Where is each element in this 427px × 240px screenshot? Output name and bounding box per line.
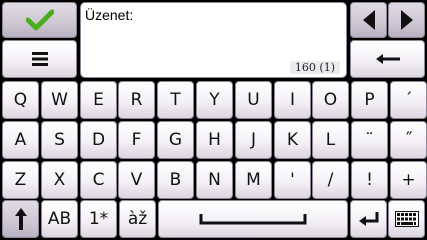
- menu-icon: [31, 52, 48, 66]
- key-label: A: [14, 130, 27, 150]
- accented-chars-label: àž: [127, 209, 148, 229]
- key-row1-2[interactable]: E: [80, 81, 117, 119]
- key-row2-1[interactable]: S: [41, 121, 78, 159]
- character-counter: 160 (1): [289, 61, 340, 74]
- key-row3-5[interactable]: N: [196, 161, 233, 199]
- numbers-symbols-label: 1*: [88, 209, 109, 229]
- key-row3-0[interactable]: Z: [2, 161, 39, 199]
- case-toggle-label: AB: [47, 209, 72, 229]
- key-label: D: [91, 130, 106, 150]
- key-label: F: [131, 130, 142, 150]
- key-row3-10[interactable]: +: [390, 161, 427, 199]
- key-row3-8[interactable]: /: [312, 161, 349, 199]
- key-label: P: [364, 90, 375, 110]
- keyboard-layout-icon: [394, 211, 419, 227]
- key-row1-5[interactable]: Y: [196, 81, 233, 119]
- enter-button[interactable]: [350, 200, 387, 238]
- key-row3-7[interactable]: ': [274, 161, 311, 199]
- key-label: N: [208, 170, 221, 190]
- key-row1-4[interactable]: T: [157, 81, 194, 119]
- key-row2-10[interactable]: ˝: [390, 121, 427, 159]
- key-label: O: [323, 90, 338, 110]
- key-row3-1[interactable]: X: [41, 161, 78, 199]
- key-row3-3[interactable]: V: [118, 161, 155, 199]
- confirm-button[interactable]: [2, 2, 77, 38]
- key-row2-5[interactable]: H: [196, 121, 233, 159]
- space-bar[interactable]: [158, 200, 348, 238]
- shift-button[interactable]: [2, 200, 39, 238]
- key-label: S: [54, 130, 65, 150]
- key-label: H: [208, 130, 221, 150]
- key-row2-3[interactable]: F: [118, 121, 155, 159]
- key-row3-4[interactable]: B: [157, 161, 194, 199]
- key-label: J: [250, 130, 256, 150]
- key-label: Y: [209, 90, 220, 110]
- key-row1-6[interactable]: U: [235, 81, 272, 119]
- key-row1-9[interactable]: P: [351, 81, 388, 119]
- key-label: R: [130, 90, 143, 110]
- key-row2-2[interactable]: D: [80, 121, 117, 159]
- key-label: X: [53, 170, 66, 190]
- key-row2-0[interactable]: A: [2, 121, 39, 159]
- key-label: G: [168, 130, 183, 150]
- key-row2-6[interactable]: J: [235, 121, 272, 159]
- numbers-symbols-button[interactable]: 1*: [80, 200, 117, 238]
- arrow-left-icon: [362, 10, 375, 30]
- message-field-label: Üzenet:: [85, 7, 134, 23]
- key-label: ': [290, 170, 295, 190]
- key-label: B: [169, 170, 182, 190]
- key-row2-7[interactable]: K: [274, 121, 311, 159]
- key-label: C: [92, 170, 105, 190]
- backspace-icon: [375, 54, 400, 64]
- key-row3-6[interactable]: M: [235, 161, 272, 199]
- key-label: ¨: [365, 130, 374, 150]
- key-row1-8[interactable]: O: [312, 81, 349, 119]
- shift-arrow-icon: [14, 208, 27, 230]
- key-row2-9[interactable]: ¨: [351, 121, 388, 159]
- case-toggle-button[interactable]: AB: [41, 200, 78, 238]
- key-label: +: [401, 170, 416, 190]
- key-label: /: [327, 170, 334, 190]
- key-label: W: [51, 90, 68, 110]
- arrow-right-icon: [400, 10, 413, 30]
- key-row1-10[interactable]: ´: [390, 81, 427, 119]
- key-label: K: [286, 130, 299, 150]
- key-label: Q: [13, 90, 28, 110]
- key-row2-4[interactable]: G: [157, 121, 194, 159]
- accented-chars-button[interactable]: àž: [119, 200, 156, 238]
- key-row1-1[interactable]: W: [41, 81, 78, 119]
- key-row1-0[interactable]: Q: [2, 81, 39, 119]
- key-label: M: [246, 170, 261, 190]
- key-row3-9[interactable]: !: [351, 161, 388, 199]
- key-label: L: [325, 130, 336, 150]
- key-label: T: [170, 90, 181, 110]
- key-label: Z: [14, 170, 27, 190]
- keyboard-layout-button[interactable]: [388, 200, 425, 238]
- key-label: !: [366, 170, 373, 190]
- enter-icon: [358, 212, 378, 226]
- backspace-button[interactable]: [350, 40, 425, 78]
- checkmark-icon: [25, 9, 54, 31]
- menu-button[interactable]: [2, 40, 77, 78]
- cursor-right-button[interactable]: [388, 2, 425, 38]
- key-label: I: [289, 90, 295, 110]
- key-label: ´: [404, 90, 413, 110]
- key-label: V: [130, 170, 143, 190]
- message-input-field[interactable]: Üzenet: 160 (1): [80, 2, 347, 78]
- key-label: E: [93, 90, 104, 110]
- cursor-left-button[interactable]: [350, 2, 387, 38]
- key-row1-7[interactable]: I: [274, 81, 311, 119]
- key-label: ˝: [404, 130, 413, 150]
- key-row2-8[interactable]: L: [312, 121, 349, 159]
- key-label: U: [247, 90, 260, 110]
- space-bar-icon: [199, 214, 307, 225]
- key-row3-2[interactable]: C: [80, 161, 117, 199]
- virtual-keyboard-screen: Üzenet: 160 (1) Q W E R T Y U I O P ´ A S D F G H J K L ¨ ˝ …: [0, 0, 427, 240]
- key-row1-3[interactable]: R: [118, 81, 155, 119]
